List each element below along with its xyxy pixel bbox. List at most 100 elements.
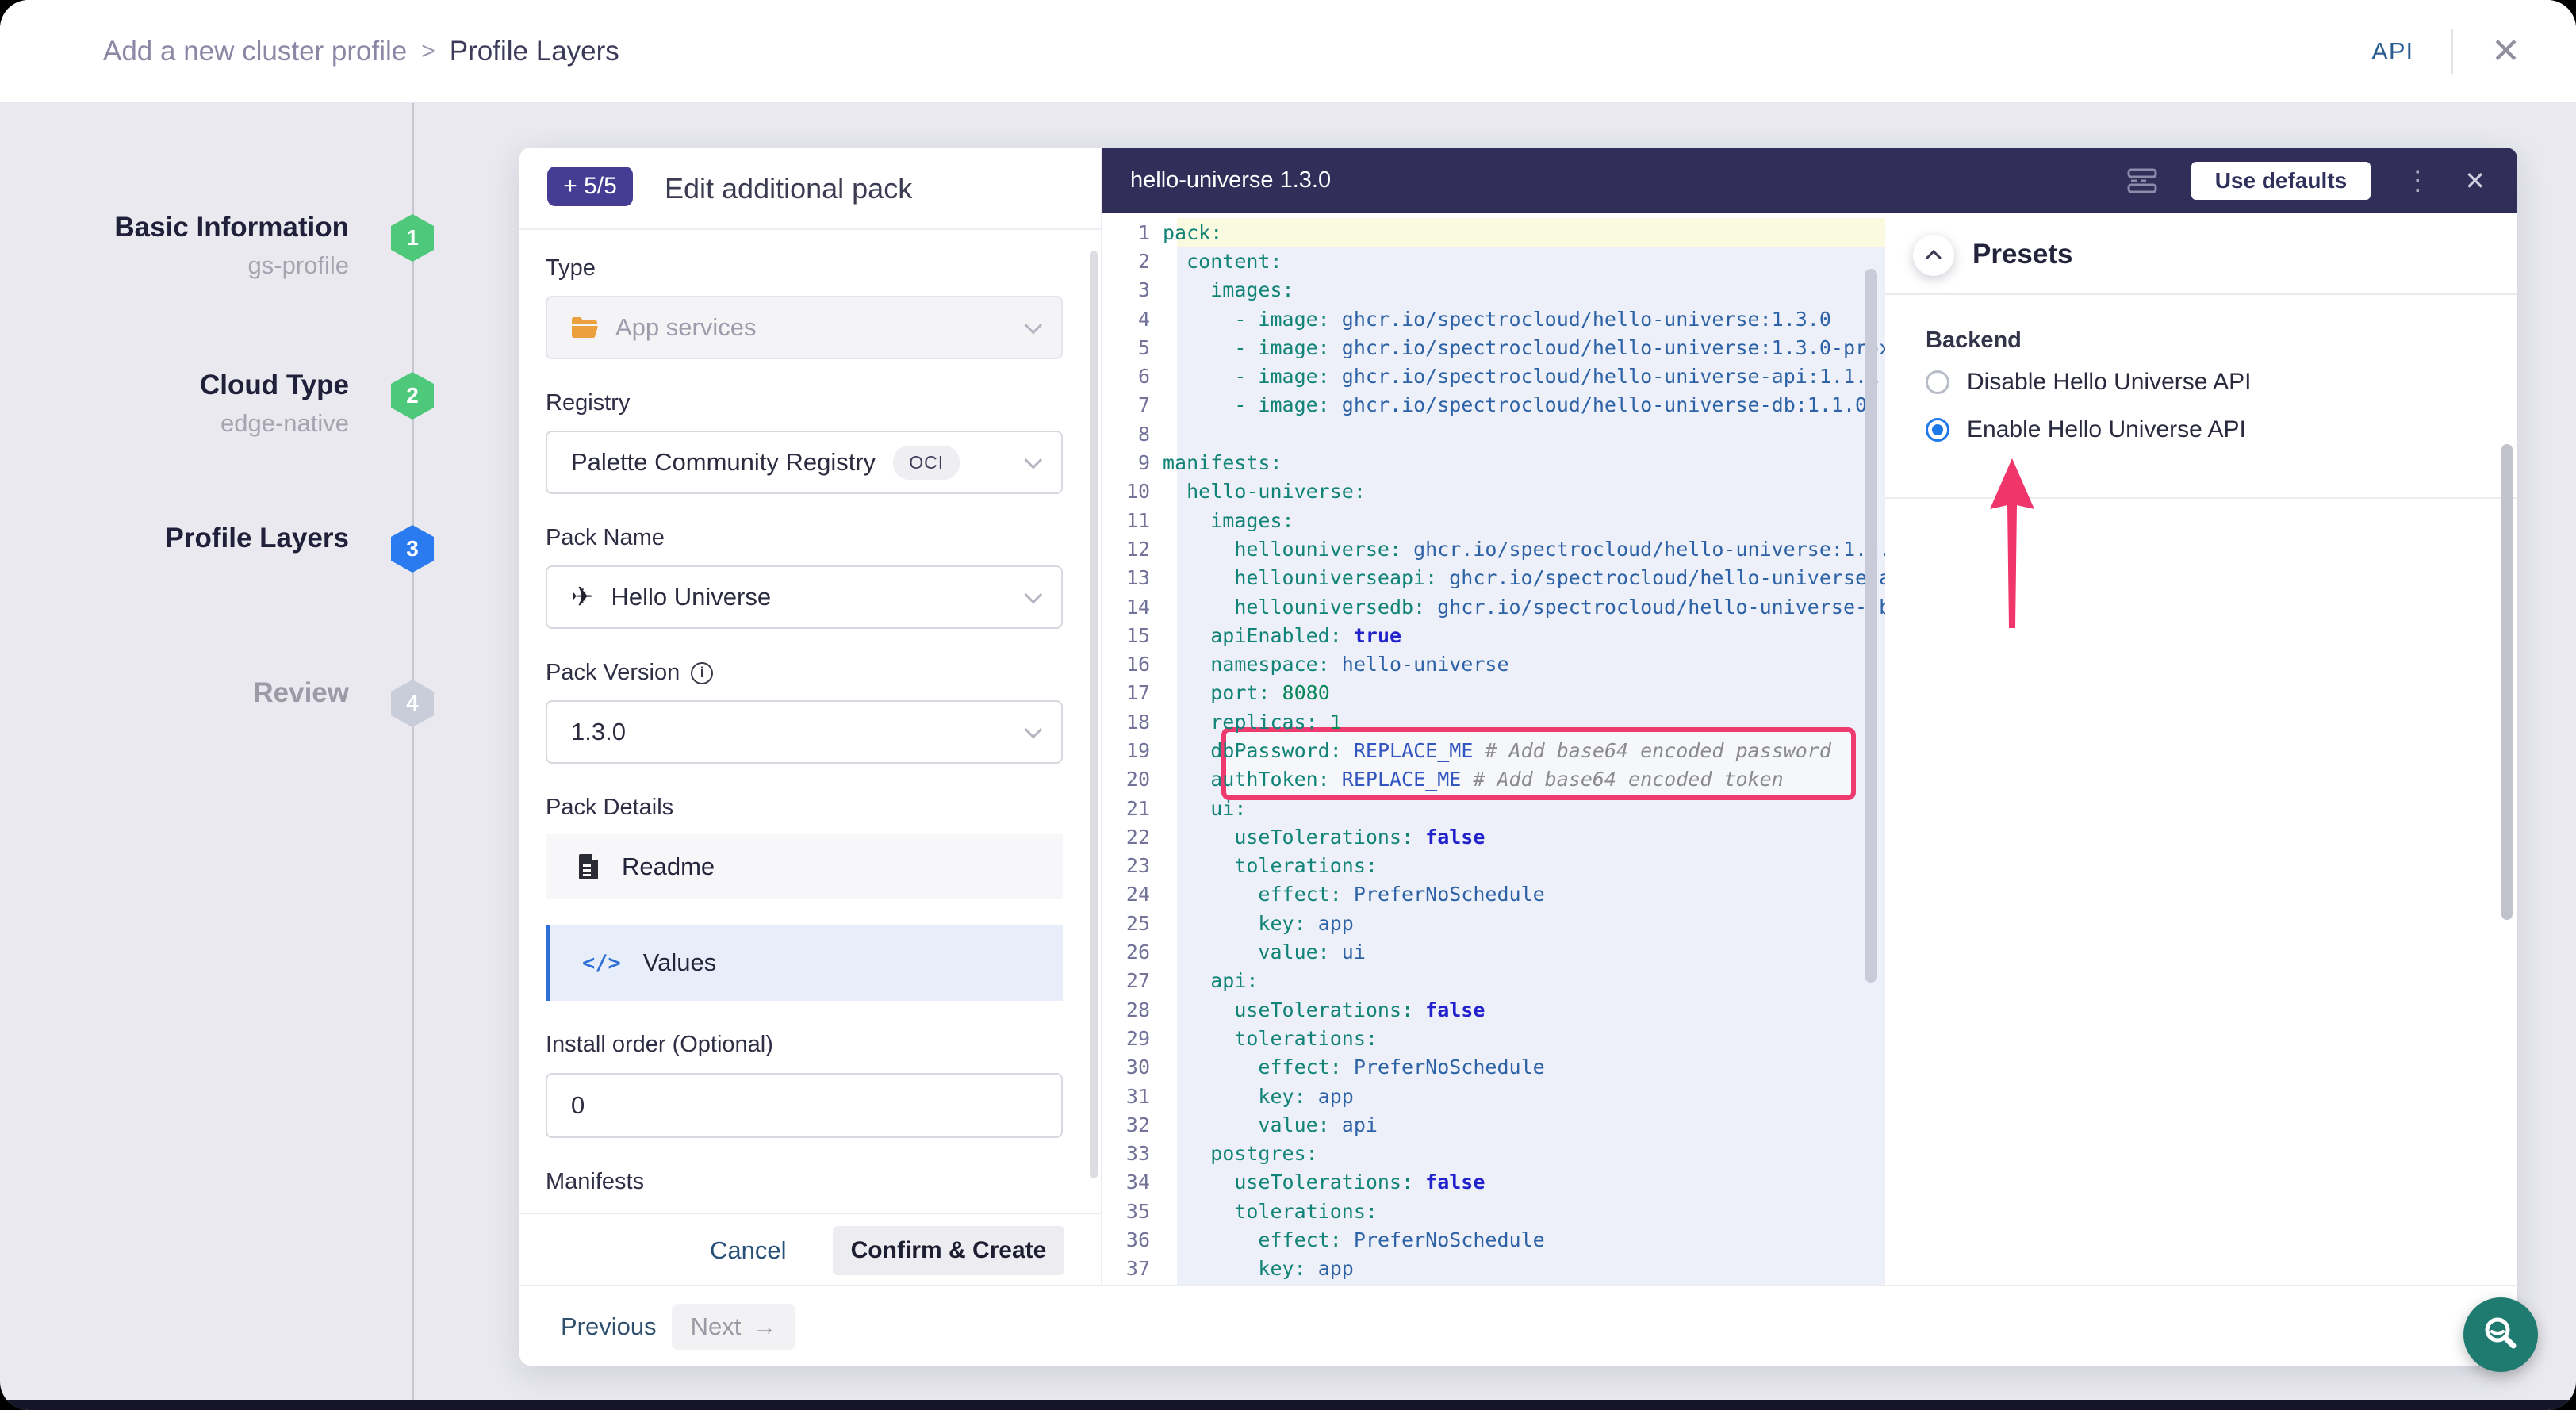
next-button[interactable]: Next → [672, 1304, 795, 1350]
code-line-1: 1pack: [1102, 218, 1885, 247]
values-label: Values [643, 948, 717, 977]
preset-option-enable-hello-universe-api[interactable]: Enable Hello Universe API [1926, 416, 2246, 443]
pack-version-label: Pack Version i [546, 660, 713, 686]
chevron-down-icon [1025, 586, 1043, 604]
install-order-value: 0 [571, 1091, 585, 1120]
line-number: 26 [1102, 941, 1163, 964]
line-number: 10 [1102, 480, 1163, 503]
line-content: postgres: [1163, 1142, 1318, 1165]
line-content: manifests: [1163, 451, 1282, 474]
line-content: key: app [1163, 912, 1354, 935]
code-line-17: 17 port: 8080 [1102, 679, 1885, 707]
previous-button[interactable]: Previous [561, 1286, 657, 1366]
code-line-23: 23 tolerations: [1102, 852, 1885, 880]
collapse-presets-button[interactable] [1913, 235, 1954, 276]
pack-details-label: Pack Details [546, 795, 673, 821]
pack-name-value: Hello Universe [611, 583, 772, 611]
pack-name-select[interactable]: ✈ Hello Universe [546, 565, 1063, 629]
code-line-32: 32 value: api [1102, 1110, 1885, 1139]
code-line-34: 34 useTolerations: false [1102, 1168, 1885, 1197]
install-order-input[interactable]: 0 [546, 1073, 1063, 1138]
step-hexagon-3[interactable]: 3 [391, 525, 434, 573]
cancel-button[interactable]: Cancel [710, 1214, 787, 1286]
pack-version-select[interactable]: 1.3.0 [546, 700, 1063, 764]
kebab-menu-icon[interactable]: ⋮ [2404, 165, 2431, 197]
line-content: tolerations: [1163, 854, 1378, 877]
line-content: authToken: REPLACE_ME # Add base64 encod… [1163, 768, 1784, 791]
line-number: 35 [1102, 1200, 1163, 1223]
code-line-15: 15 apiEnabled: true [1102, 621, 1885, 649]
line-content: hellouniversedb: ghcr.io/spectrocloud/he… [1163, 596, 1885, 619]
form-scrollbar[interactable] [1090, 251, 1098, 1178]
close-icon[interactable]: ✕ [2491, 34, 2520, 69]
code-line-37: 37 key: app [1102, 1255, 1885, 1283]
line-number: 12 [1102, 538, 1163, 561]
line-number: 30 [1102, 1056, 1163, 1079]
code-icon: </> [582, 951, 621, 975]
radio-unselected-icon[interactable] [1926, 370, 1949, 394]
breadcrumb-parent[interactable]: Add a new cluster profile [103, 36, 407, 67]
editor-close-icon[interactable]: ✕ [2464, 166, 2486, 196]
line-number: 33 [1102, 1142, 1163, 1165]
line-content: effect: PreferNoSchedule [1163, 883, 1545, 906]
step-hexagon-1[interactable]: 1 [391, 214, 434, 262]
type-label: Type [546, 255, 596, 282]
line-number: 24 [1102, 883, 1163, 906]
line-number: 37 [1102, 1257, 1163, 1280]
line-content: - image: ghcr.io/spectrocloud/hello-univ… [1163, 336, 1885, 359]
line-content: images: [1163, 509, 1294, 532]
line-content: hellouniverseapi: ghcr.io/spectrocloud/h… [1163, 566, 1885, 589]
breadcrumb-separator: > [421, 38, 435, 65]
document-icon [577, 853, 600, 880]
step-hexagon-4[interactable]: 4 [391, 680, 434, 727]
topbar-actions: API ✕ [2371, 0, 2520, 103]
yaml-editor[interactable]: 1pack:2 content:3 images:4 - image: ghcr… [1102, 213, 1885, 1285]
readme-tab[interactable]: Readme [546, 834, 1063, 899]
code-line-19: 19 dbPassword: REPLACE_ME # Add base64 e… [1102, 736, 1885, 764]
code-line-35: 35 tolerations: [1102, 1197, 1885, 1225]
chevron-down-icon [1025, 451, 1043, 469]
line-number: 18 [1102, 711, 1163, 734]
chevron-down-icon [1025, 316, 1043, 335]
pack-version-value: 1.3.0 [571, 718, 626, 746]
api-button[interactable]: API [2371, 37, 2413, 66]
line-number: 34 [1102, 1171, 1163, 1194]
confirm-create-button[interactable]: Confirm & Create [833, 1226, 1064, 1275]
wizard-footer: Previous Next → [519, 1285, 2517, 1366]
line-number: 16 [1102, 653, 1163, 676]
code-line-24: 24 effect: PreferNoSchedule [1102, 880, 1885, 909]
presets-scrollbar[interactable] [2501, 444, 2513, 920]
next-button-label: Next [691, 1312, 742, 1341]
line-number: 25 [1102, 912, 1163, 935]
line-number: 28 [1102, 998, 1163, 1021]
line-number: 14 [1102, 596, 1163, 619]
line-number: 31 [1102, 1085, 1163, 1108]
line-content: api: [1163, 969, 1258, 992]
line-number: 20 [1102, 768, 1163, 791]
step-hexagon-2[interactable]: 2 [391, 372, 434, 420]
type-value: App services [615, 313, 756, 342]
line-content: - image: ghcr.io/spectrocloud/hello-univ… [1163, 365, 1879, 388]
registry-select[interactable]: Palette Community Registry OCI [546, 431, 1063, 494]
line-content: tolerations: [1163, 1200, 1378, 1223]
line-number: 6 [1102, 365, 1163, 388]
diff-editor-icon[interactable] [2126, 167, 2158, 194]
preset-option-disable-hello-universe-api[interactable]: Disable Hello Universe API [1926, 369, 2252, 396]
code-line-8: 8 [1102, 420, 1885, 448]
editor-scrollbar[interactable] [1865, 269, 1877, 983]
values-tab[interactable]: </> Values [546, 925, 1063, 1001]
code-line-22: 22 useTolerations: false [1102, 822, 1885, 851]
line-content: - image: ghcr.io/spectrocloud/hello-univ… [1163, 308, 1831, 331]
code-line-36: 36 effect: PreferNoSchedule [1102, 1225, 1885, 1254]
line-number: 27 [1102, 969, 1163, 992]
info-icon[interactable]: i [691, 662, 713, 684]
use-defaults-button[interactable]: Use defaults [2191, 162, 2371, 200]
chevron-up-icon [1926, 250, 1942, 266]
breadcrumb: Add a new cluster profile > Profile Laye… [103, 0, 619, 103]
line-number: 2 [1102, 250, 1163, 273]
topbar-divider [2451, 29, 2453, 74]
feedback-search-fab[interactable] [2463, 1297, 2538, 1372]
radio-selected-icon[interactable] [1926, 418, 1949, 442]
type-select[interactable]: App services [546, 296, 1063, 359]
stepper-connector-line [412, 103, 414, 1410]
